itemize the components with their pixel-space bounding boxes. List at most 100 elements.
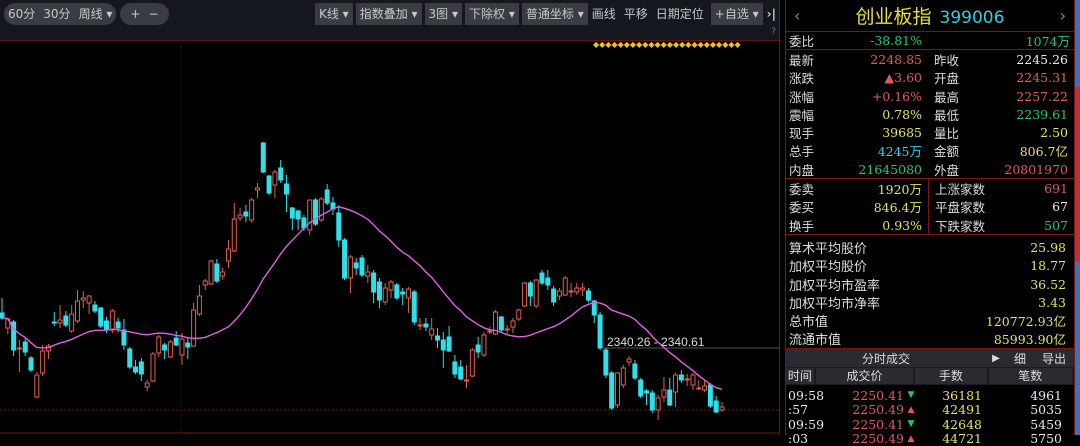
candle[interactable]: [51, 312, 57, 326]
candle[interactable]: [556, 288, 562, 300]
candle[interactable]: [220, 268, 226, 280]
pan-button[interactable]: 平移: [620, 3, 652, 25]
candle[interactable]: [92, 301, 98, 313]
candle[interactable]: [156, 335, 162, 357]
candle[interactable]: [684, 374, 690, 386]
candle[interactable]: [475, 337, 481, 358]
candle[interactable]: [464, 365, 470, 388]
candle[interactable]: [208, 260, 214, 285]
candle[interactable]: [574, 283, 580, 295]
candle[interactable]: [649, 390, 655, 413]
candle[interactable]: [150, 352, 156, 382]
date-locate-button[interactable]: 日期定位: [652, 3, 708, 25]
candle[interactable]: [585, 288, 591, 302]
adjust-dropdown[interactable]: 下除权 ▾: [465, 2, 519, 25]
col-time[interactable]: 时间: [786, 368, 814, 385]
candle[interactable]: [632, 360, 638, 380]
candle[interactable]: [568, 283, 574, 297]
col-hands[interactable]: 手数: [915, 368, 987, 385]
candle[interactable]: [98, 307, 104, 328]
candle[interactable]: [307, 199, 313, 235]
candle[interactable]: [516, 309, 522, 321]
candle[interactable]: [127, 347, 133, 369]
candle[interactable]: [16, 340, 22, 372]
play-icon[interactable]: ▶: [986, 353, 1006, 364]
candle[interactable]: [365, 265, 371, 283]
candle[interactable]: [394, 283, 400, 300]
candle[interactable]: [533, 279, 539, 308]
next-security-icon[interactable]: ›: [1060, 6, 1066, 25]
candle[interactable]: [284, 175, 290, 212]
zoom-out-button[interactable]: −: [144, 3, 162, 25]
candle[interactable]: [690, 373, 696, 390]
candle[interactable]: [719, 402, 725, 412]
candle[interactable]: [324, 184, 330, 205]
candle[interactable]: [69, 305, 75, 333]
candle[interactable]: [45, 344, 51, 359]
candle[interactable]: [644, 389, 650, 405]
candle[interactable]: [609, 371, 615, 410]
candle[interactable]: [388, 280, 394, 298]
candle[interactable]: [429, 318, 435, 340]
candle[interactable]: [562, 276, 568, 296]
candle[interactable]: [667, 378, 673, 406]
candle[interactable]: [661, 377, 667, 402]
candle[interactable]: [626, 356, 632, 366]
candle[interactable]: [371, 270, 377, 303]
candle[interactable]: [452, 355, 458, 378]
candle[interactable]: [22, 338, 28, 356]
candle[interactable]: [272, 170, 278, 198]
candle[interactable]: [133, 360, 139, 374]
candle[interactable]: [28, 356, 34, 372]
collapse-panel-button[interactable]: ›|: [763, 3, 780, 25]
candle[interactable]: [411, 290, 417, 325]
prev-security-icon[interactable]: ‹: [794, 6, 800, 25]
col-count[interactable]: 笔数: [988, 368, 1072, 385]
candle[interactable]: [249, 198, 255, 223]
candle[interactable]: [196, 285, 202, 316]
candle[interactable]: [167, 340, 173, 358]
candle[interactable]: [34, 372, 40, 398]
candle[interactable]: [539, 270, 545, 285]
candle[interactable]: [138, 358, 144, 381]
candle[interactable]: [405, 287, 411, 313]
candle[interactable]: [185, 337, 191, 359]
candle[interactable]: [289, 207, 295, 230]
candle[interactable]: [655, 395, 661, 420]
zoom-in-button[interactable]: +: [126, 3, 144, 25]
layout-dropdown[interactable]: 3图 ▾: [424, 2, 463, 25]
candle[interactable]: [597, 312, 603, 350]
index-overlay-dropdown[interactable]: 指数叠加 ▾: [355, 2, 422, 25]
candle[interactable]: [458, 360, 464, 380]
axis-dropdown[interactable]: 普通坐标 ▾: [521, 2, 588, 25]
candle[interactable]: [347, 255, 353, 293]
candle[interactable]: [144, 380, 150, 391]
candle[interactable]: [231, 203, 237, 252]
candle[interactable]: [121, 319, 127, 350]
period-60min[interactable]: 60分: [4, 3, 39, 25]
candle[interactable]: [266, 175, 272, 195]
candle[interactable]: [80, 291, 86, 308]
candle[interactable]: [318, 197, 324, 222]
candle[interactable]: [434, 328, 440, 348]
export-button[interactable]: 导出: [1034, 350, 1074, 367]
candle[interactable]: [0, 298, 5, 320]
candle[interactable]: [40, 345, 46, 376]
add-favorite-dropdown[interactable]: +自选 ▾: [710, 2, 763, 25]
candle[interactable]: [440, 332, 446, 368]
candle[interactable]: [551, 286, 557, 306]
candle[interactable]: [423, 318, 429, 331]
candle[interactable]: [481, 332, 487, 357]
candle[interactable]: [417, 318, 423, 330]
candle[interactable]: [179, 333, 185, 365]
candle[interactable]: [400, 288, 406, 305]
candle[interactable]: [603, 348, 609, 378]
candle[interactable]: [330, 197, 336, 215]
candle[interactable]: [707, 383, 713, 408]
candle[interactable]: [382, 283, 388, 305]
candle[interactable]: [243, 205, 249, 222]
candle[interactable]: [57, 305, 63, 328]
candle[interactable]: [225, 240, 231, 268]
candle[interactable]: [313, 198, 319, 226]
candle[interactable]: [359, 255, 365, 277]
